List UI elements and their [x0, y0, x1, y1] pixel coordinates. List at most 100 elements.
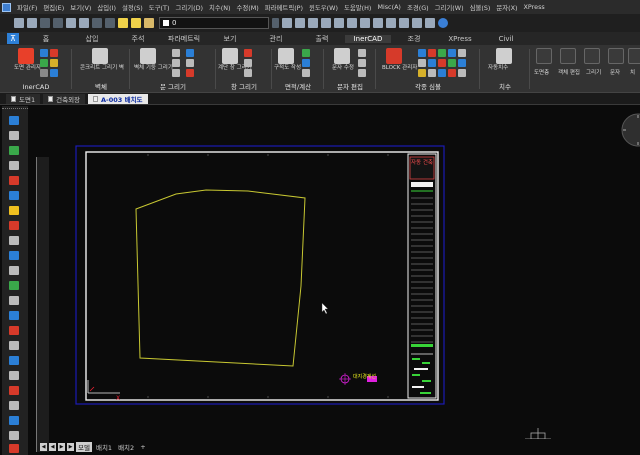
tab-civil[interactable]: Civil — [483, 35, 529, 43]
pen-icon[interactable] — [282, 18, 292, 28]
calc-icon[interactable] — [302, 49, 310, 57]
snap-icon[interactable] — [308, 18, 318, 28]
object-edit-icon[interactable] — [560, 48, 576, 64]
layer-select[interactable]: 0 — [159, 17, 269, 29]
tool-icon[interactable] — [40, 69, 48, 77]
tab-inercad[interactable]: InerCAD — [345, 34, 391, 43]
stair-icon[interactable] — [222, 48, 238, 64]
doc-tab[interactable]: 도면1 — [6, 93, 41, 104]
save-icon[interactable] — [40, 18, 50, 28]
menu-item[interactable]: 보기(V) — [70, 3, 91, 12]
door-icon[interactable] — [186, 69, 194, 77]
line-icon[interactable] — [295, 18, 305, 28]
plot-icon[interactable] — [79, 18, 89, 28]
model-space[interactable]: 자동 건축 대지경계선 X — [28, 106, 640, 439]
text-tool-icon[interactable] — [358, 69, 366, 77]
symbol-icon[interactable] — [428, 69, 436, 77]
menu-item[interactable]: 심볼(S) — [470, 3, 491, 12]
lock-icon[interactable] — [144, 18, 154, 28]
trim-icon[interactable] — [9, 401, 19, 410]
doc-tab[interactable]: 건축외장 — [43, 93, 86, 104]
nav-last-icon[interactable]: ▶ — [67, 443, 74, 451]
tab-xpress[interactable]: XPress — [437, 35, 483, 43]
print-icon[interactable] — [66, 18, 76, 28]
tab-insert[interactable]: 삽입 — [69, 34, 115, 44]
menu-item[interactable]: 도구(T) — [149, 3, 170, 12]
tab-output[interactable]: 출력 — [299, 34, 345, 44]
text-panel-icon[interactable] — [608, 48, 624, 64]
menu-item[interactable]: 치수(N) — [209, 3, 231, 12]
menu-item[interactable]: 윈도우(W) — [309, 3, 338, 12]
tool-icon[interactable] — [50, 59, 58, 67]
door-icon[interactable] — [186, 59, 194, 67]
dim-panel-icon[interactable] — [628, 48, 640, 64]
point-icon[interactable] — [9, 251, 19, 260]
wall-icon[interactable] — [92, 48, 108, 64]
door-icon[interactable] — [172, 69, 180, 77]
calculator-icon[interactable] — [412, 18, 422, 28]
calc-icon[interactable] — [302, 59, 310, 67]
tool-icon[interactable] — [40, 59, 48, 67]
region-icon[interactable] — [9, 221, 19, 230]
array-icon[interactable] — [9, 356, 19, 365]
save-as-icon[interactable] — [53, 18, 63, 28]
calc-icon[interactable] — [302, 69, 310, 77]
menu-item[interactable]: XPress — [524, 3, 545, 11]
match-icon[interactable] — [347, 18, 357, 28]
gradient-icon[interactable] — [9, 206, 19, 215]
layer-panel-icon[interactable] — [536, 48, 552, 64]
grid-icon[interactable] — [321, 18, 331, 28]
chevron-down-icon[interactable] — [272, 18, 279, 28]
scale-icon[interactable] — [9, 386, 19, 395]
undo-icon[interactable] — [92, 18, 102, 28]
symbol-icon[interactable] — [428, 59, 436, 67]
window-tool-icon[interactable] — [244, 49, 252, 57]
menu-item[interactable]: 수정(M) — [237, 3, 259, 12]
drawing-canvas[interactable]: 자동 건축 대지경계선 X — [28, 106, 640, 439]
symbol-icon[interactable] — [448, 49, 456, 57]
hatch-icon[interactable] — [9, 191, 19, 200]
window-tool-icon[interactable] — [244, 69, 252, 77]
menu-item[interactable]: 설정(S) — [122, 3, 143, 12]
door-icon[interactable] — [172, 59, 180, 67]
tab-manage[interactable]: 관리 — [253, 34, 299, 44]
tab-model[interactable]: 모델 — [76, 442, 92, 452]
rotate-icon[interactable] — [9, 371, 19, 380]
tab-view[interactable]: 보기 — [207, 34, 253, 44]
tab-landscape[interactable]: 조경 — [391, 34, 437, 44]
sun-icon[interactable] — [131, 18, 141, 28]
layer-icon[interactable] — [334, 18, 344, 28]
nav-first-icon[interactable]: ◀ — [40, 443, 47, 451]
move-icon[interactable] — [9, 296, 19, 305]
table-icon[interactable] — [373, 18, 383, 28]
symbol-icon[interactable] — [448, 59, 456, 67]
door-icon[interactable] — [186, 49, 194, 57]
tool-icon[interactable] — [40, 49, 48, 57]
tab-home[interactable]: 홈 — [23, 34, 69, 44]
lightbulb-icon[interactable] — [118, 18, 128, 28]
menu-item[interactable]: 조경(G) — [407, 3, 429, 12]
tab-layout2[interactable]: 배치2 — [116, 442, 136, 452]
text-tool-icon[interactable] — [358, 49, 366, 57]
menu-item[interactable]: 문자(X) — [496, 3, 517, 12]
door-icon[interactable] — [172, 49, 180, 57]
symbol-icon[interactable] — [438, 59, 446, 67]
tool-icon[interactable] — [50, 69, 58, 77]
fillet-icon[interactable] — [9, 431, 19, 440]
arc-icon[interactable] — [9, 176, 19, 185]
open-file-icon[interactable] — [27, 18, 37, 28]
symbol-icon[interactable] — [418, 69, 426, 77]
redo-icon[interactable] — [105, 18, 115, 28]
menu-item[interactable]: 파라메트릭(P) — [265, 3, 303, 12]
symbol-icon[interactable] — [438, 69, 446, 77]
doc-tab-active[interactable]: A-003 배치도 — [88, 93, 148, 104]
symbol-icon[interactable] — [428, 49, 436, 57]
symbol-icon[interactable] — [418, 49, 426, 57]
text-icon[interactable] — [9, 266, 19, 275]
offset-icon[interactable] — [9, 341, 19, 350]
rectangle-icon[interactable] — [9, 146, 19, 155]
auto-dimension-icon[interactable] — [496, 48, 512, 64]
menu-item[interactable]: 그리기(W) — [435, 3, 464, 12]
draw-panel-icon[interactable] — [584, 48, 600, 64]
copy-icon[interactable] — [9, 311, 19, 320]
